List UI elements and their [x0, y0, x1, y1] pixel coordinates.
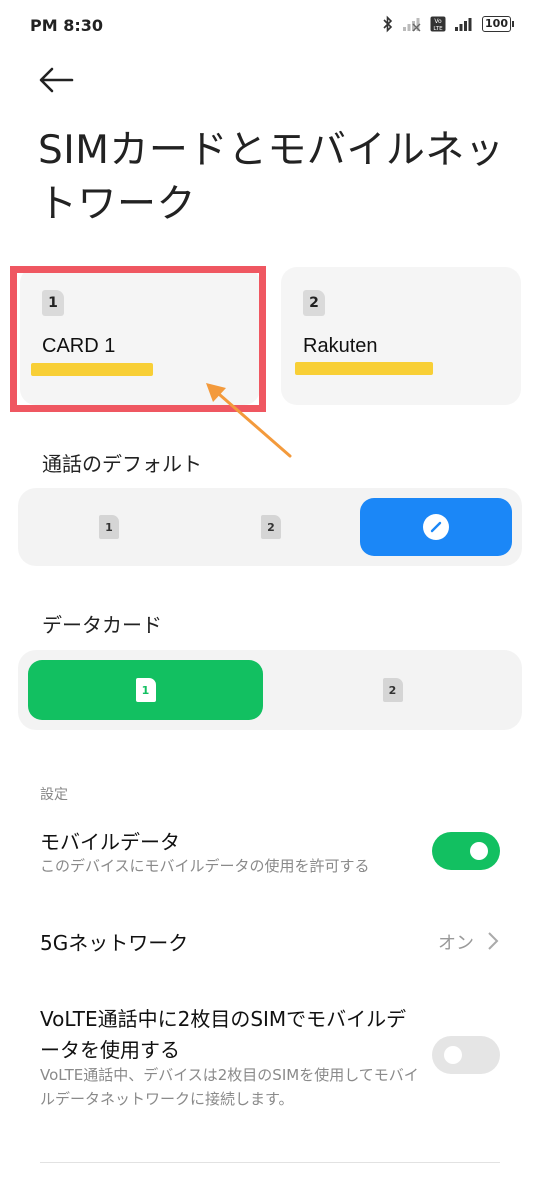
- svg-text:LTE: LTE: [433, 26, 443, 32]
- battery-level: 100: [482, 16, 511, 32]
- sim-card-name: Rakuten: [303, 335, 378, 357]
- page-title: SIMカードとモバイルネットワーク: [38, 128, 505, 227]
- chevron-right-icon: [488, 932, 499, 950]
- default-calls-selector: 1 2: [18, 488, 522, 566]
- 5g-network-value: オン: [438, 933, 474, 954]
- mobile-data-toggle[interactable]: [432, 832, 500, 870]
- status-icons: Vo LTE 100: [382, 15, 514, 33]
- data-card-label: データカード: [42, 613, 162, 637]
- redacted-phone-number: [295, 362, 433, 375]
- data-card-option-sim1[interactable]: 1: [28, 660, 263, 720]
- signal-none-icon: [403, 18, 421, 32]
- sim-card-2[interactable]: 2 Rakuten: [281, 267, 521, 405]
- default-calls-option-sim1[interactable]: 1: [28, 498, 190, 556]
- status-time: PM 8:30: [30, 16, 104, 35]
- mobile-data-subtitle: このデバイスにモバイルデータの使用を許可する: [40, 857, 370, 875]
- volte-data-toggle[interactable]: [432, 1036, 500, 1074]
- volte-icon: Vo LTE: [430, 16, 446, 32]
- 5g-network-title: 5Gネットワーク: [40, 931, 189, 955]
- sim-icon: 1: [99, 515, 119, 539]
- divider: [40, 1162, 500, 1163]
- edit-icon: [423, 514, 449, 540]
- status-bar: PM 8:30 Vo LTE 100: [0, 0, 540, 54]
- svg-text:Vo: Vo: [434, 18, 442, 25]
- default-calls-label: 通話のデフォルト: [42, 452, 202, 476]
- data-card-selector: 1 2: [18, 650, 522, 730]
- mobile-data-title: モバイルデータ: [40, 830, 180, 854]
- signal-icon: [455, 18, 472, 31]
- back-arrow-icon: [39, 67, 74, 93]
- settings-group-label: 設定: [40, 787, 68, 803]
- sim-icon: 2: [261, 515, 281, 539]
- sim-icon: 1: [135, 678, 156, 702]
- back-button[interactable]: [34, 62, 78, 98]
- data-card-option-sim2[interactable]: 2: [273, 660, 512, 720]
- default-calls-option-sim2[interactable]: 2: [190, 498, 352, 556]
- sim-slot-icon: 2: [303, 290, 325, 316]
- annotation-highlight-box: [10, 266, 266, 412]
- sim-icon: 2: [382, 678, 403, 702]
- bluetooth-icon: [383, 15, 393, 33]
- battery-icon: 100: [482, 16, 514, 32]
- volte-data-subtitle: VoLTE通話中、デバイスは2枚目のSIMを使用してモバイルデータネットワークに…: [40, 1066, 419, 1108]
- default-calls-option-ask[interactable]: [360, 498, 512, 556]
- volte-data-title: VoLTE通話中に2枚目のSIMでモバイルデータを使用する: [40, 1007, 407, 1062]
